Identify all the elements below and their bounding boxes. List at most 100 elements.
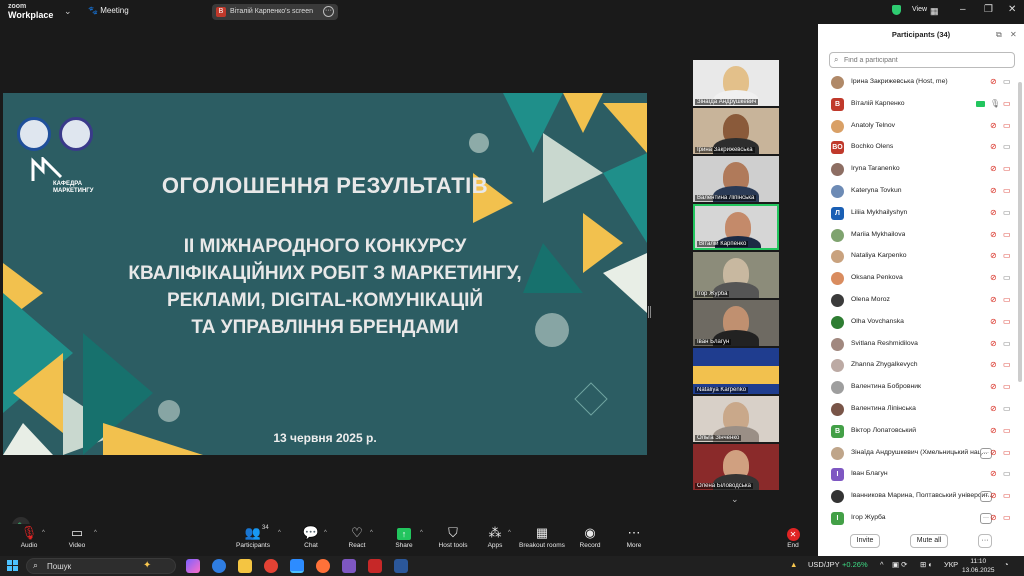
camera-icon[interactable]: ▭ (1003, 404, 1011, 413)
panel-more-button[interactable]: ··· (978, 534, 992, 548)
mic-muted-icon[interactable]: ⊘ (990, 469, 997, 478)
view-grid-icon[interactable]: ▦ (930, 6, 939, 17)
invite-button[interactable]: Invite (850, 534, 880, 548)
video-tile[interactable]: Іван Благун (693, 300, 779, 346)
camera-icon[interactable]: ▭ (1003, 164, 1011, 173)
camera-icon[interactable]: ▭ (1003, 273, 1011, 282)
participant-row[interactable]: І Ігор Журба ··· ⊘ ▭ (818, 508, 1024, 530)
participants-button[interactable]: 👥 Participants (230, 524, 276, 556)
camera-icon[interactable]: ▭ (1003, 317, 1011, 326)
chat-button[interactable]: 💬 Chat (288, 524, 334, 556)
host-tools-button[interactable]: ⛉ Host tools (430, 524, 476, 556)
camera-icon[interactable]: ▭ (1003, 77, 1011, 86)
participant-row[interactable]: Olena Moroz ⊘ ▭ (818, 290, 1024, 312)
participant-row[interactable]: Валентина Бобровник ⊘ ▭ (818, 377, 1024, 399)
participant-row[interactable]: Oksana Penkova ⊘ ▭ (818, 268, 1024, 290)
participant-row[interactable]: Nataliya Karpenko ⊘ ▭ (818, 246, 1024, 268)
participant-row[interactable]: Л Liliia Mykhailyshyn ⊘ ▭ (818, 203, 1024, 225)
panel-scrollbar[interactable] (1018, 82, 1022, 382)
participant-row[interactable]: В Віталій Карпенко 🎙 ▭ (818, 94, 1024, 116)
mic-muted-icon[interactable]: ⊘ (990, 339, 997, 348)
share-caret-icon[interactable]: ^ (420, 530, 423, 536)
video-tile[interactable]: Nataliya Karpenko (693, 348, 779, 394)
edge-app-icon[interactable] (212, 559, 226, 573)
viber-app-icon[interactable] (342, 559, 356, 573)
close-icon[interactable]: ✕ (1008, 4, 1016, 15)
more-button[interactable]: ⋯ More (611, 524, 657, 556)
audio-button[interactable]: 🎙 Audio (6, 524, 52, 556)
participant-row[interactable]: Kateryna Tovkun ⊘ ▭ (818, 181, 1024, 203)
audio-options-caret-icon[interactable]: ^ (42, 530, 45, 536)
mic-muted-icon[interactable]: ⊘ (990, 382, 997, 391)
mic-muted-icon[interactable]: ⊘ (990, 142, 997, 151)
tray-apps-icon[interactable]: ▣ ⟳ (892, 560, 907, 569)
mic-muted-icon[interactable]: ⊘ (990, 513, 997, 522)
mic-muted-icon[interactable]: ⊘ (990, 491, 997, 500)
apps-caret-icon[interactable]: ^ (508, 530, 511, 536)
camera-icon[interactable]: ▭ (1003, 251, 1011, 260)
mic-muted-icon[interactable]: ⊘ (990, 295, 997, 304)
close-panel-icon[interactable]: ✕ (1010, 30, 1017, 39)
mic-muted-icon[interactable]: ⊘ (990, 426, 997, 435)
split-handle[interactable] (648, 306, 651, 318)
strip-scroll-down-icon[interactable]: ⌄ (731, 494, 739, 505)
system-clock[interactable]: 11:10 13.06.2025 (962, 557, 995, 575)
firefox-app-icon[interactable] (316, 559, 330, 573)
participants-caret-icon[interactable]: ^ (278, 530, 281, 536)
participant-row[interactable]: Iryna Taranenko ⊘ ▭ (818, 159, 1024, 181)
participant-row[interactable]: Іванникова Марина, Полтавський університ… (818, 486, 1024, 508)
camera-icon[interactable]: ▭ (1003, 142, 1011, 151)
mic-muted-icon[interactable]: ⊘ (990, 404, 997, 413)
meeting-label[interactable]: 🐾 Meeting (88, 6, 129, 15)
participant-row[interactable]: Zhanna Zhygalkevych ⊘ ▭ (818, 355, 1024, 377)
participant-row[interactable]: В Віктор Лопатовський ⊘ ▭ (818, 421, 1024, 443)
chrome-app-icon[interactable] (264, 559, 278, 573)
camera-icon[interactable]: ▭ (1003, 186, 1011, 195)
participant-row[interactable]: Валентина Ліпінська ⊘ ▭ (818, 399, 1024, 421)
video-tile[interactable]: Ірина Закрижевська (693, 108, 779, 154)
end-button[interactable]: ✕ End (770, 524, 816, 556)
screen-share-pill[interactable]: В Віталій Карпенко's screen ··· (212, 4, 338, 20)
tray-app-icons[interactable]: ⊞ ◐ (920, 560, 933, 569)
mic-muted-icon[interactable]: ⊘ (990, 360, 997, 369)
mute-all-button[interactable]: Mute all (910, 534, 948, 548)
word-app-icon[interactable] (394, 559, 408, 573)
camera-icon[interactable]: ▭ (1003, 491, 1011, 500)
language-indicator[interactable]: УКР (944, 560, 958, 569)
video-tile-active-speaker[interactable]: Віталій Карпенко (693, 204, 779, 250)
react-caret-icon[interactable]: ^ (370, 530, 373, 536)
video-tile[interactable]: Ігор Журба (693, 252, 779, 298)
windows-start-icon[interactable] (7, 560, 19, 572)
mic-on-icon[interactable]: 🎙 (990, 99, 1000, 108)
restore-icon[interactable]: ❐ (984, 4, 993, 15)
mic-muted-icon[interactable]: ⊘ (990, 317, 997, 326)
video-tile[interactable]: Ольга Зінченко (693, 396, 779, 442)
camera-icon[interactable]: ▭ (1003, 339, 1011, 348)
breakout-rooms-button[interactable]: ▦ Breakout rooms (516, 524, 568, 556)
video-tile[interactable]: Олена Біловодська (693, 444, 779, 490)
video-options-caret-icon[interactable]: ^ (94, 530, 97, 536)
apps-button[interactable]: ⁂ Apps (472, 524, 518, 556)
camera-icon[interactable]: ▭ (1003, 360, 1011, 369)
chat-caret-icon[interactable]: ^ (324, 530, 327, 536)
camera-icon[interactable]: ▭ (1003, 208, 1011, 217)
zoom-app-icon[interactable] (290, 559, 304, 573)
participant-row[interactable]: Mariia Mykhailova ⊘ ▭ (818, 225, 1024, 247)
mic-muted-icon[interactable]: ⊘ (990, 164, 997, 173)
camera-icon[interactable]: ▭ (1003, 448, 1011, 457)
tray-overflow-icon[interactable]: ^ (880, 560, 884, 569)
file-explorer-icon[interactable] (238, 559, 252, 573)
camera-icon[interactable]: ▭ (1003, 513, 1011, 522)
mic-muted-icon[interactable]: ⊘ (990, 251, 997, 260)
participant-row[interactable]: І Іван Благун ⊘ ▭ (818, 464, 1024, 486)
participant-search-input[interactable] (844, 54, 1004, 66)
copilot-app-icon[interactable] (186, 559, 200, 573)
mic-muted-icon[interactable]: ⊘ (990, 208, 997, 217)
mic-muted-icon[interactable]: ⊘ (990, 77, 997, 86)
mic-muted-icon[interactable]: ⊘ (990, 448, 997, 457)
camera-icon[interactable]: ▭ (1003, 99, 1011, 108)
camera-icon[interactable]: ▭ (1003, 426, 1011, 435)
participant-row[interactable]: BO Bochko Olens ⊘ ▭ (818, 137, 1024, 159)
view-button[interactable]: View (912, 6, 927, 13)
more-icon[interactable]: ··· (323, 6, 334, 17)
